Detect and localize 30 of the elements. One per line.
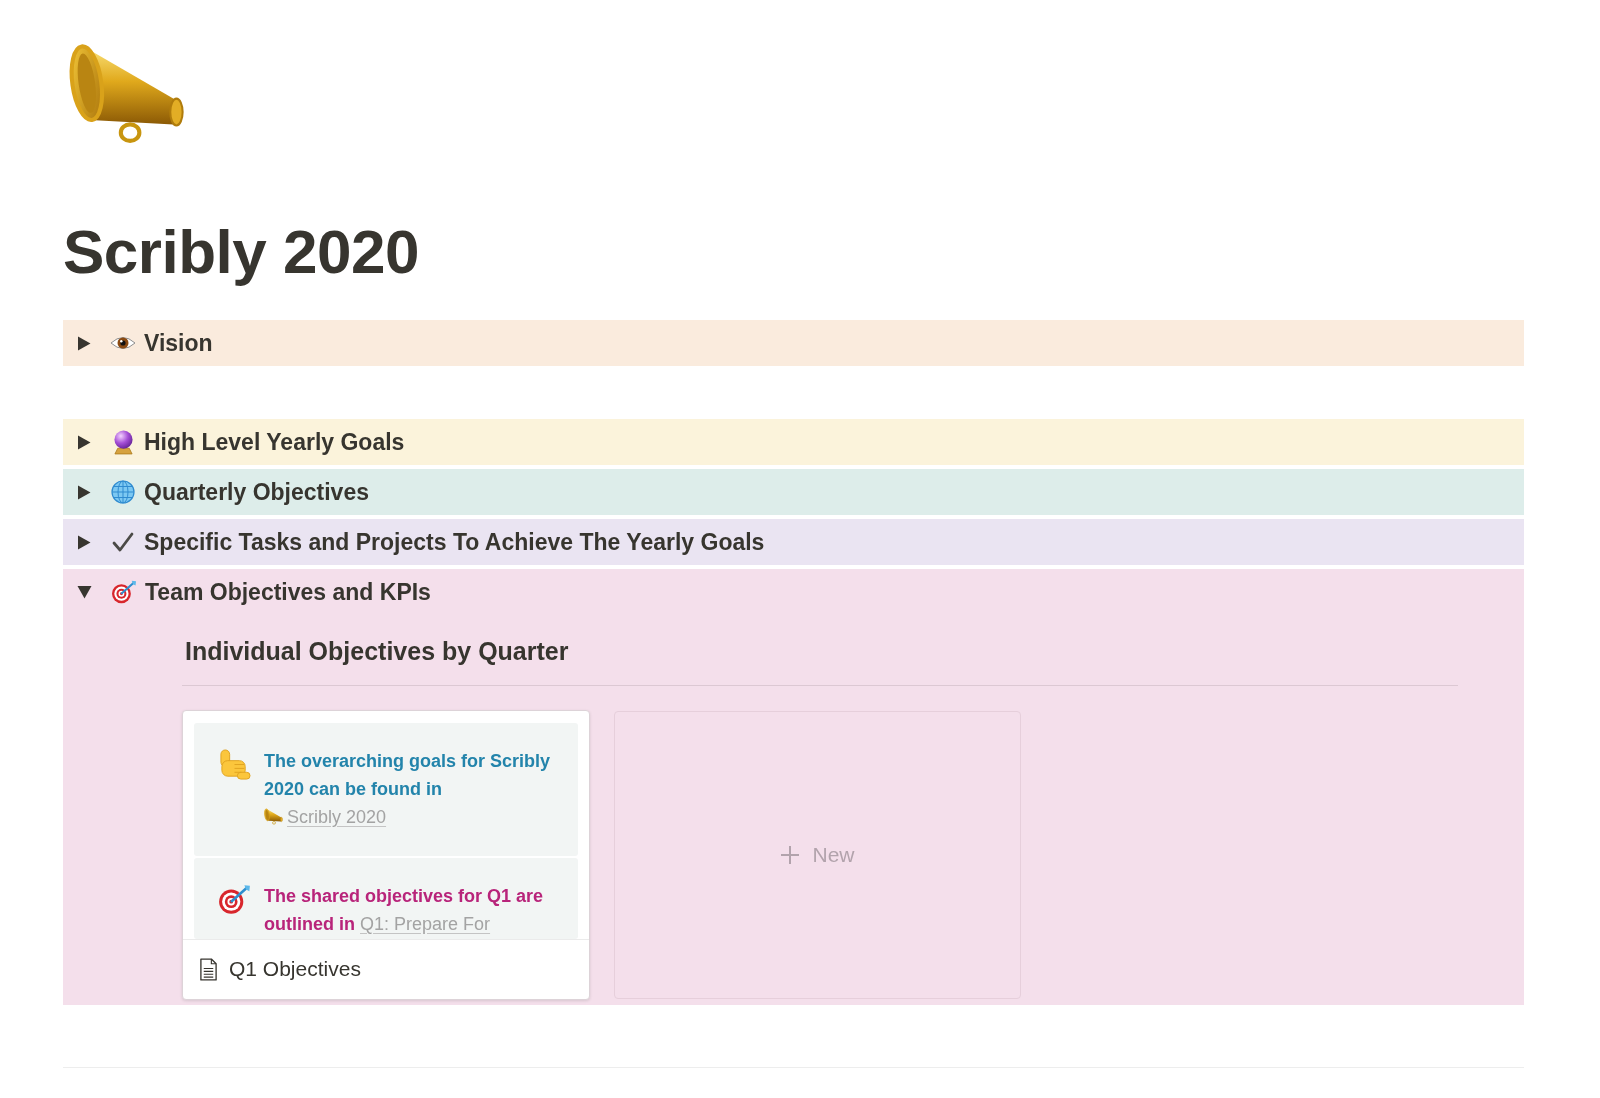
target-icon (218, 883, 251, 915)
toggle-title: High Level Yearly Goals (144, 428, 405, 458)
target-icon (111, 580, 137, 605)
globe-icon (111, 480, 135, 505)
page-title: Scribly 2020 (63, 216, 419, 288)
card-title: Q1 Objectives (229, 956, 361, 983)
triangle-right-icon[interactable] (77, 534, 91, 550)
board-title: Individual Objectives by Quarter (185, 636, 569, 668)
triangle-down-icon[interactable] (77, 585, 92, 600)
hand-icon (218, 748, 251, 782)
crystal-ball-icon (112, 429, 134, 455)
toggle-title: Vision (144, 329, 213, 359)
toggle-title: Specific Tasks and Projects To Achieve The Yearly Goals (144, 528, 765, 558)
plus-icon (780, 844, 801, 865)
megaphone-icon (264, 807, 283, 825)
megaphone-icon (68, 42, 186, 145)
eye-icon (110, 335, 136, 352)
toggle-title: Quarterly Objectives (144, 478, 369, 508)
new-card-button[interactable]: New (614, 710, 1021, 999)
check-icon (112, 532, 134, 553)
page-link[interactable]: Q1: Prepare For (360, 913, 491, 934)
callout-text: The overarching goals for Scribly 2020 can be found in Scribly 2020 (264, 749, 552, 829)
callout-text: The shared objectives for Q1 are outlined in Q1: Prepare For (264, 884, 545, 936)
triangle-right-icon[interactable] (77, 484, 91, 500)
document-icon (199, 957, 218, 981)
board-card[interactable]: The overarching goals for Scribly 2020 can be found in Scribly 2020 The shared objectives for Q1 are outlined in Q1: Prepare For Q1 Objectives (182, 709, 590, 1000)
page-link[interactable]: Scribly 2020 (264, 806, 387, 827)
triangle-right-icon[interactable] (77, 335, 91, 351)
triangle-right-icon[interactable] (77, 434, 91, 450)
toggle-title: Team Objectives and KPIs (145, 578, 431, 608)
